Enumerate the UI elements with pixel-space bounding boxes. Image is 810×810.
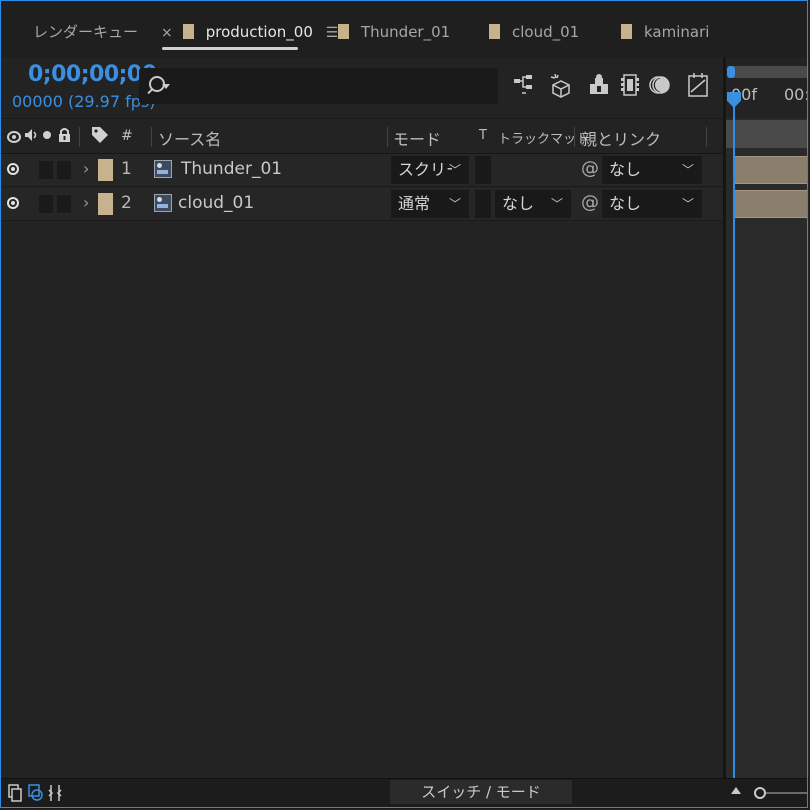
pick-whip-icon[interactable]: @ [581,158,599,179]
tab-label: production_00 [205,23,313,41]
frame-count-display: 00000 (29.97 fps) [12,92,156,111]
layer-search-input[interactable] [139,68,498,104]
parent-link-header[interactable]: 親とリンク [581,126,661,150]
tab-kaminari[interactable]: kaminari [621,18,709,46]
label-color-swatch [182,24,194,39]
transfer-controls-pane-icon[interactable] [28,784,44,806]
pick-whip-icon[interactable]: @ [581,192,599,213]
label-color-swatch [338,24,349,39]
motion-blur-icon[interactable] [648,72,674,100]
layer-duration-bar[interactable] [734,190,808,218]
zoom-slider-track[interactable] [766,792,808,794]
blend-mode-dropdown[interactable]: 通常 ﹀ [391,190,469,218]
layer-row[interactable]: › 1 Thunder_01 スクリーン ﹀ @ なし ﹀ [1,154,723,187]
audio-toggle[interactable] [39,161,53,179]
blend-mode-dropdown[interactable]: スクリーン ﹀ [391,156,469,184]
lock-toggle[interactable] [57,161,71,179]
layer-source-name[interactable]: cloud_01 [178,193,254,213]
graph-editor-icon[interactable] [686,72,712,100]
expand-chevron-icon[interactable]: › [83,159,89,178]
tab-label: レンダーキュー [33,23,139,41]
time-navigator-start-handle[interactable] [727,66,735,78]
switches-modes-toggle-button[interactable]: スイッチ / モード [390,780,572,804]
column-separator [151,127,152,147]
current-time-display[interactable]: 0;00;00;00 [28,62,157,87]
blend-mode-value: 通常 [398,194,431,213]
panel-menu-icon[interactable]: ☰ [326,25,339,41]
tab-render-queue[interactable]: レンダーキュー [33,18,138,46]
composition-flowchart-icon[interactable] [512,72,538,100]
composition-icon [154,160,172,178]
frame-blending-icon[interactable] [618,72,644,100]
current-time-indicator-line[interactable] [733,92,735,778]
lock-header-icon[interactable] [58,127,71,147]
track-matte-dropdown[interactable]: なし ﹀ [495,190,571,218]
close-icon[interactable]: × [161,25,173,41]
layer-switches-pane-icon[interactable] [8,784,22,806]
label-tag-header-icon[interactable] [91,126,109,148]
mode-header[interactable]: モード [393,126,441,150]
track-matte-header[interactable]: トラックマット [498,128,589,147]
video-eye-icon[interactable] [7,197,19,209]
tab-label: kaminari [644,23,710,41]
column-separator [387,127,388,147]
column-separator [706,127,707,147]
chevron-down-icon: ﹀ [448,197,461,211]
layer-column-header: # ソース名 モード T トラックマット 親とリンク [1,118,723,154]
chevron-down-icon: ﹀ [448,163,461,177]
parent-value: なし [609,160,642,179]
solo-header-icon[interactable] [43,131,51,139]
source-name-header[interactable]: ソース名 [158,126,221,150]
chevron-down-icon: ﹀ [681,197,694,211]
parent-dropdown[interactable]: なし ﹀ [602,190,702,218]
preserve-transparency-header[interactable]: T [479,128,487,143]
tab-bar: レンダーキュー × production_00 ☰ Thunder_01 clou… [1,0,809,58]
tab-label: cloud_01 [512,23,580,41]
blend-mode-value: スクリーン [398,160,452,179]
parent-dropdown[interactable]: なし ﹀ [602,156,702,184]
in-out-pane-icon[interactable] [48,784,62,806]
column-separator [574,127,575,147]
layer-number: 1 [121,159,132,179]
zoom-slider-handle[interactable] [754,787,766,799]
tab-label: Thunder_01 [361,23,451,41]
video-eye-icon[interactable] [7,163,19,175]
tab-production-00[interactable]: × production_00 ☰ [161,18,338,46]
track-matte-value: なし [502,194,535,213]
dropdown-caret-icon [162,84,170,89]
layer-source-name[interactable]: Thunder_01 [181,159,282,179]
label-color-swatch [621,24,632,39]
shy-layers-icon[interactable] [587,72,613,100]
lock-toggle[interactable] [57,195,71,213]
video-eye-header-icon[interactable] [7,129,21,147]
time-navigator-bar[interactable] [730,66,808,78]
audio-speaker-header-icon[interactable] [24,128,38,146]
label-color-swatch[interactable] [98,193,113,215]
draft-3d-icon[interactable] [549,72,575,100]
preserve-transparency-checkbox[interactable] [475,190,491,218]
tab-thunder-01[interactable]: Thunder_01 [338,18,450,46]
preserve-transparency-checkbox[interactable] [475,156,491,184]
audio-toggle[interactable] [39,195,53,213]
label-color-swatch[interactable] [98,159,113,181]
chevron-down-icon: ﹀ [681,163,694,177]
active-tab-underline [162,47,298,50]
layer-row[interactable]: › 2 cloud_01 通常 ﹀ なし ﹀ @ なし ﹀ [1,188,723,221]
label-color-swatch [489,24,500,39]
ruler-tick-label: 00:1 [784,85,810,104]
work-area-bar[interactable] [726,120,808,148]
expand-chevron-icon[interactable]: › [83,193,89,212]
chevron-down-icon: ﹀ [550,197,563,211]
layer-number: 2 [121,193,132,213]
layer-number-header: # [121,128,133,144]
parent-value: なし [609,194,642,213]
composition-icon [154,194,172,212]
zoom-out-mountain-icon[interactable] [731,787,741,794]
tab-cloud-01[interactable]: cloud_01 [489,18,579,46]
column-separator [79,127,80,147]
layer-duration-bar[interactable] [734,156,808,184]
